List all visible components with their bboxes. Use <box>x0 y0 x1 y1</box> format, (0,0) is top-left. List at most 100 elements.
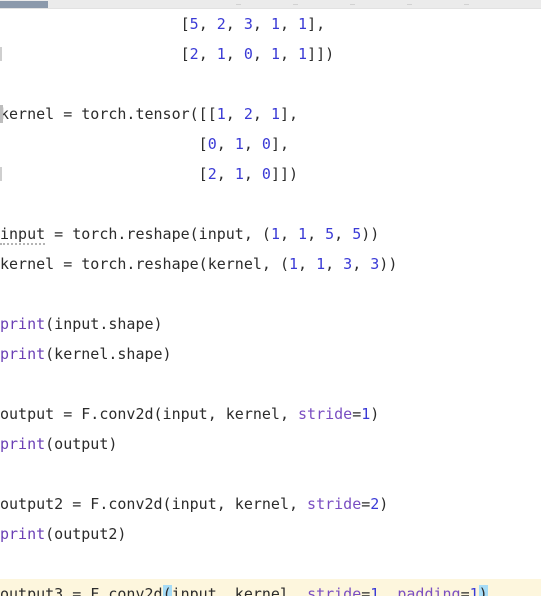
code-token-number: 3 <box>343 255 353 273</box>
code-token-number: 1 <box>270 225 280 243</box>
code-token-plain: , <box>243 165 262 183</box>
code-line[interactable] <box>0 279 541 309</box>
code-token-plain: ], <box>307 15 326 33</box>
code-token-number: 1 <box>216 105 226 123</box>
code-token-number: 2 <box>370 495 380 513</box>
code-token-number: 3 <box>243 15 253 33</box>
code-token-plain: ) <box>370 405 380 423</box>
code-token-builtin: print <box>0 435 46 453</box>
code-token-plain: ]]) <box>307 45 335 63</box>
code-token-plain: = <box>361 495 371 513</box>
scrollbar-tick <box>407 4 412 5</box>
code-token-plain: , <box>225 105 244 123</box>
code-token-kwarg: padding <box>397 585 461 596</box>
code-token-plain: output2 = F.conv2d(input, kernel, <box>0 495 308 513</box>
code-token-warning: input <box>0 225 46 245</box>
scrollbar-tick <box>464 4 469 5</box>
code-token-plain: (input.shape) <box>45 315 163 333</box>
code-token-plain: , <box>243 135 262 153</box>
code-line[interactable] <box>0 459 541 489</box>
code-token-plain: )) <box>379 255 398 273</box>
code-token-kwarg: stride <box>298 405 353 423</box>
code-line[interactable]: [2, 1, 0, 1, 1]]) <box>0 39 541 69</box>
code-token-plain: , <box>252 45 271 63</box>
code-line[interactable]: output = F.conv2d(input, kernel, stride=… <box>0 399 541 429</box>
code-token-plain: ], <box>270 135 289 153</box>
code-token-kwarg: stride <box>307 585 362 596</box>
code-line[interactable]: print(output2) <box>0 519 541 549</box>
clipped-glyph-fragment <box>0 167 2 181</box>
code-line[interactable]: output2 = F.conv2d(input, kernel, stride… <box>0 489 541 519</box>
code-token-plain: ]]) <box>270 165 299 183</box>
horizontal-scrollbar[interactable] <box>0 0 541 9</box>
code-token-plain: = <box>352 405 362 423</box>
code-token-plain: kernel = torch.tensor([[ <box>0 105 217 123</box>
code-token-plain: input, kernel, <box>171 585 308 596</box>
code-line[interactable]: print(output) <box>0 429 541 459</box>
horizontal-scrollbar-thumb[interactable] <box>0 1 48 8</box>
code-token-plain: (kernel.shape) <box>45 345 172 363</box>
code-token-plain: , <box>252 105 271 123</box>
code-line[interactable]: [0, 1, 0], <box>0 129 541 159</box>
code-token-number: 1 <box>234 165 244 183</box>
code-token-plain: , <box>298 255 317 273</box>
code-line[interactable] <box>0 549 541 579</box>
code-token-number: 1 <box>270 15 280 33</box>
code-token-plain: )) <box>361 225 380 243</box>
scrollbar-tick <box>293 4 298 5</box>
matching-bracket: ( <box>162 585 172 596</box>
code-token-number: 2 <box>189 45 199 63</box>
code-token-plain: output3 = F.conv2d <box>0 585 163 596</box>
code-token-plain: [ <box>0 135 208 153</box>
code-editor[interactable]: [5, 2, 3, 1, 1], [2, 1, 0, 1, 1]]) kerne… <box>0 0 541 596</box>
code-token-plain: [ <box>0 45 190 63</box>
code-token-number: 1 <box>361 405 371 423</box>
code-token-plain: [ <box>0 15 190 33</box>
code-token-plain: , <box>279 225 299 243</box>
code-token-kwarg: stride <box>307 495 362 513</box>
code-token-number: 1 <box>288 255 299 273</box>
code-token-plain: , <box>198 15 217 33</box>
code-token-builtin: print <box>0 315 46 333</box>
code-line[interactable]: [2, 1, 0]]) <box>0 159 541 189</box>
code-token-plain: [ <box>0 165 208 183</box>
code-token-number: 1 <box>298 225 308 243</box>
code-token-number: 1 <box>469 585 479 596</box>
code-token-plain: , <box>225 45 244 63</box>
code-token-plain: kernel = torch.reshape(kernel, ( <box>0 255 289 273</box>
code-token-plain: ) <box>379 495 389 513</box>
code-token-plain: , <box>325 255 344 273</box>
code-line[interactable] <box>0 369 541 399</box>
code-line[interactable]: input = torch.reshape(input, (1, 1, 5, 5… <box>0 219 541 249</box>
code-token-plain: , <box>352 255 371 273</box>
code-line[interactable]: print(kernel.shape) <box>0 339 541 369</box>
code-line-current[interactable]: output3 = F.conv2d(input, kernel, stride… <box>0 579 541 596</box>
code-line[interactable]: print(input.shape) <box>0 309 541 339</box>
code-line[interactable] <box>0 69 541 99</box>
code-line[interactable]: [5, 2, 3, 1, 1], <box>0 9 541 39</box>
code-token-plain: , <box>216 135 235 153</box>
code-token-number: 1 <box>270 45 280 63</box>
code-token-number: 5 <box>352 225 362 243</box>
code-line[interactable] <box>0 189 541 219</box>
code-token-plain: , <box>279 45 299 63</box>
code-token-number: 0 <box>207 135 217 153</box>
code-token-number: 2 <box>207 165 217 183</box>
code-token-plain: , <box>379 585 398 596</box>
code-token-number: 2 <box>243 105 253 123</box>
code-content-area[interactable]: [5, 2, 3, 1, 1], [2, 1, 0, 1, 1]]) kerne… <box>0 9 541 596</box>
code-token-plain: , <box>225 15 244 33</box>
code-token-number: 0 <box>243 45 253 63</box>
code-token-plain: output = F.conv2d(input, kernel, <box>0 405 299 423</box>
code-token-number: 1 <box>370 585 380 596</box>
code-token-plain: , <box>334 225 353 243</box>
code-token-number: 1 <box>316 255 326 273</box>
clipped-glyph-fragment <box>0 47 2 61</box>
code-token-number: 0 <box>261 165 271 183</box>
code-token-number: 1 <box>298 15 308 33</box>
code-line[interactable]: kernel = torch.tensor([[1, 2, 1], <box>0 99 541 129</box>
code-token-plain: ], <box>279 105 299 123</box>
code-line[interactable]: kernel = torch.reshape(kernel, (1, 1, 3,… <box>0 249 541 279</box>
code-token-number: 5 <box>325 225 335 243</box>
code-token-plain: , <box>252 15 271 33</box>
